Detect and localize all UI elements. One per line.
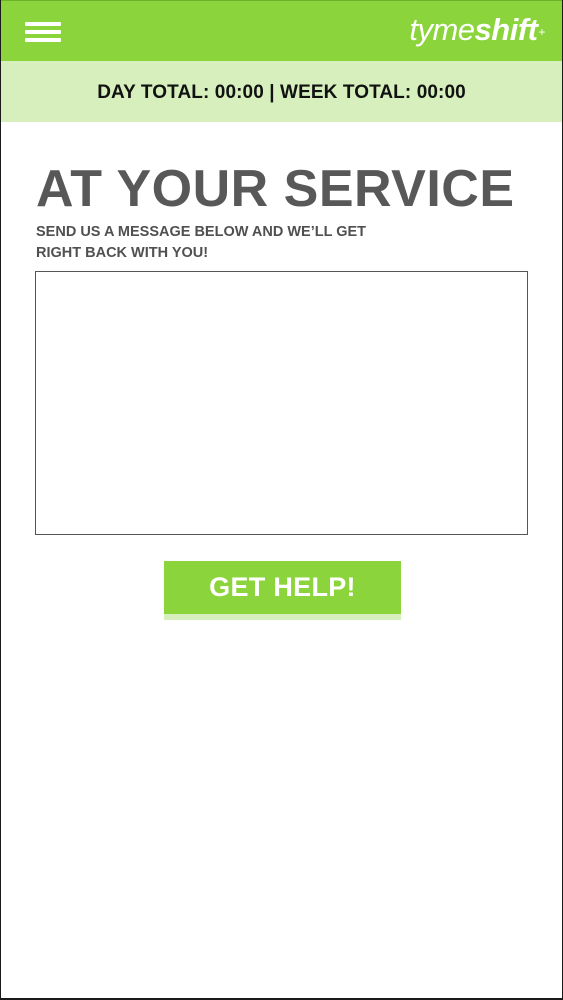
top-bar: tymeshift+	[0, 0, 563, 61]
subtitle-line-2: RIGHT BACK WITH YOU!	[36, 245, 209, 261]
hamburger-menu-icon[interactable]	[22, 18, 64, 46]
logo-text-bold: shift	[474, 12, 538, 47]
totals-bar: DAY TOTAL: 00:00 | WEEK TOTAL: 00:00	[0, 61, 563, 122]
tymeshift-logo: tymeshift+	[409, 13, 545, 47]
subtitle-line-1: SEND US A MESSAGE BELOW AND WE’LL GET	[36, 224, 367, 240]
get-help-button[interactable]: GET HELP!	[164, 561, 401, 614]
menu-icon-bar	[25, 30, 61, 34]
menu-icon-bar	[25, 38, 61, 42]
message-input[interactable]	[35, 271, 528, 535]
page-title: AT YOUR SERVICE	[36, 160, 515, 218]
menu-icon-bar	[25, 22, 61, 26]
logo-plus-mark: +	[538, 25, 545, 39]
page-subtitle: SEND US A MESSAGE BELOW AND WE’LL GET RIG…	[36, 222, 436, 264]
time-totals: DAY TOTAL: 00:00 | WEEK TOTAL: 00:00	[97, 81, 466, 103]
logo-text-light: tyme	[409, 12, 475, 47]
